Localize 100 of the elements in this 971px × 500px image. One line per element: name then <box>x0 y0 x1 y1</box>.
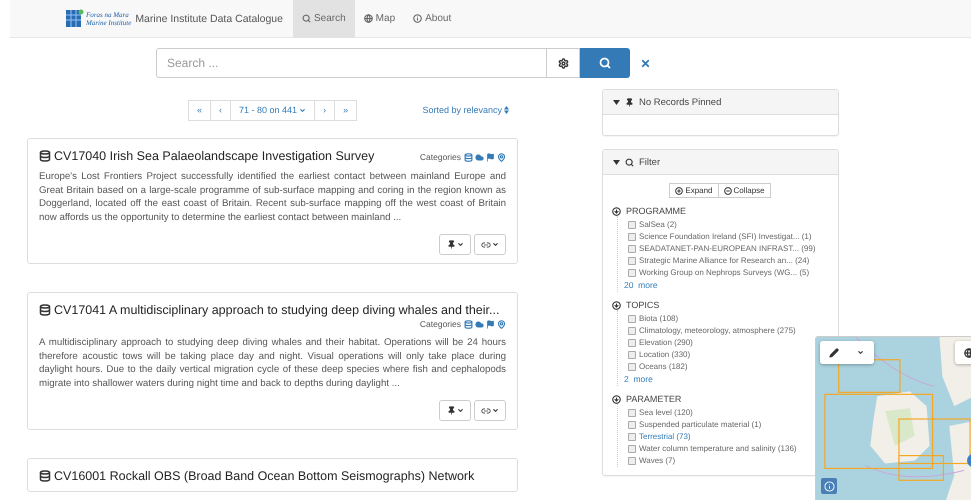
database-icon <box>39 304 51 316</box>
checkbox[interactable] <box>628 456 636 464</box>
checkbox[interactable] <box>628 338 636 346</box>
facet-option[interactable]: Climatology, meteorology, atmosphere (275) <box>639 326 796 335</box>
search-icon <box>625 158 634 166</box>
record-abstract: Europe's Lost Frontiers Project successfully identified the earliest contact between mainland Europe and Great Britain based on a large-scale programme of sub-surface mapping and coring in the region known as Doggerland, located off the east coast of Britain. Recent sub-surface mapping off the west coast of Britain now affords us the opportunity to determine the earliest contact between mainland ... <box>39 170 506 224</box>
facet-option[interactable]: Elevation (290) <box>639 338 693 347</box>
facet-option[interactable]: Science Foundation Ireland (SFI) Investigat... (1) <box>639 232 812 241</box>
caret-icon <box>492 407 499 414</box>
pin-icon <box>446 406 456 415</box>
panel-title: Filter <box>639 156 660 168</box>
record-abstract: A multidisciplinary approach to studying deep diving whales and their habitat. Operations will be 24 hours therefore acoustic tows will be taking place day and night. Visual operations will only take place during daylight hours. Due to the daily vertical migration cycle of these deep species where fish and cephalopods migrate into shallower waters during night time and back to depths during daylight ... <box>39 336 506 390</box>
checkbox[interactable] <box>628 326 636 334</box>
checkbox[interactable] <box>628 408 636 416</box>
collapse-button[interactable]: Collapse <box>718 183 771 198</box>
facet-option[interactable]: Suspended particulate material (1) <box>639 420 762 429</box>
info-button[interactable] <box>821 478 837 494</box>
checkbox[interactable] <box>628 256 636 264</box>
checkbox[interactable] <box>628 362 636 370</box>
link-button[interactable] <box>474 400 506 421</box>
map-pin-icon <box>497 320 506 328</box>
caret-icon <box>492 241 499 248</box>
pin-icon <box>446 240 456 249</box>
globe-icon <box>964 348 971 358</box>
facet-heading[interactable]: TOPICS <box>626 300 660 310</box>
facet-heading[interactable]: PROGRAMME <box>626 206 686 216</box>
clear-button[interactable] <box>640 58 651 68</box>
site-title[interactable]: Marine Institute Data Catalogue <box>135 12 283 24</box>
caret-icon[interactable] <box>613 100 620 104</box>
close-icon <box>640 58 651 68</box>
facet-option[interactable]: SalSea (2) <box>639 220 677 229</box>
facet-option[interactable]: Working Group on Nephrops Surveys (WG... (5) <box>639 268 810 277</box>
link-icon <box>481 240 491 250</box>
facet-option[interactable]: Location (330) <box>639 350 690 359</box>
checkbox[interactable] <box>628 220 636 228</box>
draw-button[interactable] <box>820 341 847 364</box>
link-icon <box>481 406 491 416</box>
next-page-button[interactable]: › <box>314 100 336 120</box>
pin-button[interactable] <box>439 400 471 421</box>
database-icon <box>39 150 51 162</box>
facet-option[interactable]: Sea level (120) <box>639 408 693 417</box>
search-field[interactable]: Search ... <box>156 48 547 78</box>
link-button[interactable] <box>474 234 506 255</box>
facet-option[interactable]: Oceans (182) <box>639 362 688 371</box>
record-title[interactable]: CV17041 A multidisciplinary approach to studying deep diving whales and their... <box>54 303 500 317</box>
checkbox[interactable] <box>628 444 636 452</box>
cloud-icon <box>475 152 484 162</box>
facet-option[interactable]: Terrestrial (73) <box>639 432 691 441</box>
facet-option[interactable]: Waves (7) <box>639 456 676 465</box>
pin-button[interactable] <box>439 234 471 255</box>
settings-icon <box>558 58 568 68</box>
search-icon <box>302 14 311 23</box>
more-link[interactable]: 2 more <box>624 374 653 384</box>
more-link[interactable]: 20 more <box>624 280 658 290</box>
info-icon <box>413 14 422 23</box>
checkbox[interactable] <box>628 420 636 428</box>
database-icon <box>464 320 473 328</box>
checkbox[interactable] <box>628 350 636 358</box>
pencil-icon <box>828 348 838 358</box>
cloud-icon <box>475 320 484 328</box>
checkbox[interactable] <box>628 244 636 252</box>
checkbox[interactable] <box>628 268 636 276</box>
minus-icon <box>724 186 732 194</box>
previous-page-button[interactable]: ‹ <box>210 100 232 120</box>
flag-icon <box>486 152 495 162</box>
database-icon <box>39 470 51 482</box>
database-icon <box>464 152 473 162</box>
search-button[interactable] <box>580 48 630 78</box>
map-pin-icon <box>497 152 506 162</box>
categories-label: Categories <box>420 319 461 329</box>
nav-tab[interactable]: Map <box>354 0 404 38</box>
sort-link[interactable]: Sorted by relevancy <box>422 105 502 115</box>
info-icon <box>824 480 834 492</box>
last-page-button[interactable]: » <box>334 100 358 120</box>
record-title[interactable]: CV17040 Irish Sea Palaeolandscape Investigation Survey <box>54 149 374 163</box>
plus-icon <box>675 186 684 194</box>
caret-icon[interactable] <box>613 160 620 164</box>
expand-button[interactable]: Expand <box>669 183 718 198</box>
pin-icon <box>625 98 634 106</box>
facet-option[interactable]: Strategic Marine Alliance for Research an... (24) <box>639 256 810 265</box>
checkbox[interactable] <box>628 232 636 240</box>
checkbox[interactable] <box>628 432 636 440</box>
page-range-dropdown[interactable]: 71 - 80 on 441 <box>230 100 316 120</box>
facet-option[interactable]: Water column temperature and salinity (136) <box>639 444 797 453</box>
arrow-down-icon <box>612 394 621 404</box>
caret-icon <box>299 106 306 114</box>
categories-label: Categories <box>420 152 461 162</box>
settings-button[interactable] <box>547 48 580 78</box>
record-title[interactable]: CV16001 Rockall OBS (Broad Band Ocean Bottom Seismographs) Network <box>54 469 474 483</box>
nav-tab[interactable]: About <box>404 0 460 38</box>
search-icon <box>599 57 611 69</box>
nav-tab[interactable]: Search <box>292 0 355 38</box>
panel-title: No Records Pinned <box>639 96 722 108</box>
first-page-button[interactable]: « <box>188 100 212 120</box>
facet-heading[interactable]: PARAMETER <box>626 394 682 404</box>
facet-option[interactable]: SEADATANET-PAN-EUROPEAN INFRAST... (99) <box>639 244 816 253</box>
facet-option[interactable]: Biota (108) <box>639 314 678 323</box>
flag-icon <box>486 320 495 328</box>
checkbox[interactable] <box>628 314 636 322</box>
caret-icon <box>456 241 464 248</box>
